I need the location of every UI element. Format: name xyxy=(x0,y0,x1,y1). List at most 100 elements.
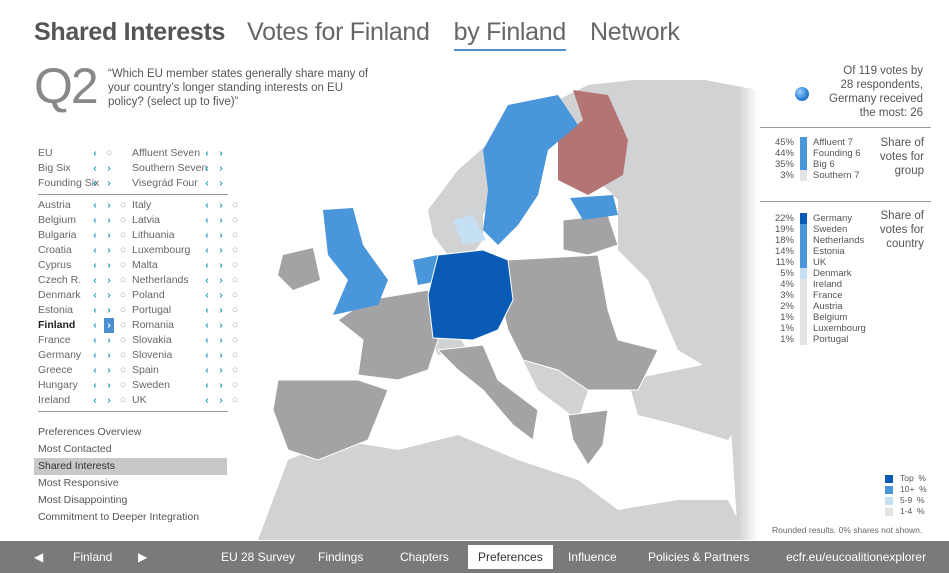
network-icon[interactable]: ○ xyxy=(118,363,128,378)
votes-for-icon[interactable]: ‹ xyxy=(90,161,100,176)
row-label[interactable]: Croatia xyxy=(38,243,90,258)
row-label[interactable]: Italy xyxy=(132,198,202,213)
network-icon[interactable]: ○ xyxy=(118,318,128,333)
votes-by-icon[interactable]: › xyxy=(216,333,226,348)
votes-for-icon[interactable]: ‹ xyxy=(90,176,100,191)
votes-for-icon[interactable]: ‹ xyxy=(202,318,212,333)
row-label[interactable]: Romania xyxy=(132,318,202,333)
network-icon[interactable]: ○ xyxy=(118,348,128,363)
network-icon[interactable]: ○ xyxy=(230,318,240,333)
prev-country-icon[interactable]: ◀ xyxy=(34,541,43,573)
votes-for-icon[interactable]: ‹ xyxy=(202,333,212,348)
menu-item[interactable]: Most Responsive xyxy=(34,475,227,492)
votes-by-icon[interactable]: › xyxy=(104,348,114,363)
votes-for-icon[interactable]: ‹ xyxy=(202,378,212,393)
votes-for-icon[interactable]: ‹ xyxy=(90,146,100,161)
row-label[interactable]: Finland xyxy=(38,318,90,333)
row-label[interactable]: Luxembourg xyxy=(132,243,202,258)
network-icon[interactable]: ○ xyxy=(118,243,128,258)
votes-by-icon[interactable]: › xyxy=(216,258,226,273)
votes-for-icon[interactable]: ‹ xyxy=(202,288,212,303)
votes-by-icon[interactable]: › xyxy=(104,198,114,213)
votes-by-icon[interactable]: › xyxy=(104,213,114,228)
votes-for-icon[interactable]: ‹ xyxy=(90,363,100,378)
network-icon[interactable]: ○ xyxy=(118,258,128,273)
network-icon[interactable]: ○ xyxy=(118,198,128,213)
menu-item[interactable]: Preferences Overview xyxy=(34,424,227,441)
row-label[interactable]: Big Six xyxy=(38,161,90,176)
menu-item[interactable]: Shared Interests xyxy=(34,458,227,475)
network-icon[interactable]: ○ xyxy=(230,228,240,243)
votes-for-icon[interactable]: ‹ xyxy=(202,348,212,363)
votes-by-icon[interactable]: › xyxy=(216,288,226,303)
network-icon[interactable]: ○ xyxy=(230,303,240,318)
votes-by-icon[interactable]: › xyxy=(104,363,114,378)
votes-for-icon[interactable]: ‹ xyxy=(202,393,212,408)
next-country-icon[interactable]: ▶ xyxy=(138,541,147,573)
votes-by-icon[interactable]: › xyxy=(216,213,226,228)
row-label[interactable]: Lithuania xyxy=(132,228,202,243)
row-label[interactable]: Hungary xyxy=(38,378,90,393)
menu-item[interactable]: Most Contacted xyxy=(34,441,227,458)
votes-for-icon[interactable]: ‹ xyxy=(202,258,212,273)
row-label[interactable]: Austria xyxy=(38,198,90,213)
votes-for-icon[interactable]: ‹ xyxy=(90,198,100,213)
row-label[interactable]: Cyprus xyxy=(38,258,90,273)
votes-for-icon[interactable]: ‹ xyxy=(90,228,100,243)
row-label[interactable]: Slovenia xyxy=(132,348,202,363)
network-icon[interactable]: ○ xyxy=(230,243,240,258)
network-icon[interactable]: ○ xyxy=(118,228,128,243)
site-link[interactable]: ecfr.eu/eucoalitionexplorer xyxy=(786,541,926,573)
nav-eu28-survey[interactable]: EU 28 Survey xyxy=(221,541,295,573)
nav-influence[interactable]: Influence xyxy=(568,541,617,573)
network-icon[interactable]: ○ xyxy=(230,258,240,273)
votes-for-icon[interactable]: ‹ xyxy=(90,303,100,318)
row-label[interactable]: Estonia xyxy=(38,303,90,318)
votes-by-icon[interactable]: › xyxy=(216,198,226,213)
network-icon[interactable]: ○ xyxy=(230,363,240,378)
row-label[interactable]: Bulgaria xyxy=(38,228,90,243)
network-icon[interactable]: ○ xyxy=(118,288,128,303)
row-label[interactable]: Denmark xyxy=(38,288,90,303)
votes-by-icon[interactable]: › xyxy=(216,146,226,161)
row-label[interactable]: Spain xyxy=(132,363,202,378)
votes-for-icon[interactable]: ‹ xyxy=(202,146,212,161)
network-icon[interactable]: ○ xyxy=(118,273,128,288)
row-label[interactable]: Latvia xyxy=(132,213,202,228)
votes-by-icon[interactable]: › xyxy=(216,176,226,191)
votes-by-icon[interactable]: › xyxy=(216,378,226,393)
network-icon[interactable]: ○ xyxy=(230,393,240,408)
votes-for-icon[interactable]: ‹ xyxy=(202,243,212,258)
network-icon[interactable]: ○ xyxy=(230,273,240,288)
network-icon[interactable]: ○ xyxy=(118,393,128,408)
votes-by-icon[interactable]: › xyxy=(216,273,226,288)
tab-network[interactable]: Network xyxy=(590,18,680,47)
nav-preferences[interactable]: Preferences xyxy=(468,545,553,569)
votes-for-icon[interactable]: ‹ xyxy=(90,318,100,333)
votes-for-icon[interactable]: ‹ xyxy=(90,333,100,348)
row-label[interactable]: Affluent Seven xyxy=(132,146,202,161)
row-label[interactable]: Visegrád Four xyxy=(132,176,202,191)
votes-by-icon[interactable]: › xyxy=(104,288,114,303)
votes-by-icon[interactable]: › xyxy=(216,303,226,318)
votes-for-icon[interactable]: ‹ xyxy=(202,176,212,191)
row-label[interactable]: Founding Six xyxy=(38,176,99,191)
votes-by-icon[interactable]: › xyxy=(104,273,114,288)
votes-for-icon[interactable]: ‹ xyxy=(90,288,100,303)
nav-findings[interactable]: Findings xyxy=(318,541,363,573)
votes-by-icon[interactable]: › xyxy=(216,243,226,258)
network-icon[interactable]: ○ xyxy=(118,378,128,393)
votes-for-icon[interactable]: ‹ xyxy=(90,273,100,288)
row-label[interactable]: France xyxy=(38,333,90,348)
network-icon[interactable]: ○ xyxy=(230,198,240,213)
votes-by-icon[interactable]: › xyxy=(104,161,114,176)
votes-by-icon[interactable]: › xyxy=(216,161,226,176)
nav-chapters[interactable]: Chapters xyxy=(400,541,449,573)
votes-by-icon[interactable]: › xyxy=(104,303,114,318)
row-label[interactable]: EU xyxy=(38,146,90,161)
votes-by-icon[interactable]: › xyxy=(104,333,114,348)
votes-for-icon[interactable]: ‹ xyxy=(202,273,212,288)
row-label[interactable]: Portugal xyxy=(132,303,202,318)
votes-for-icon[interactable]: ‹ xyxy=(90,348,100,363)
network-icon[interactable]: ○ xyxy=(118,333,128,348)
